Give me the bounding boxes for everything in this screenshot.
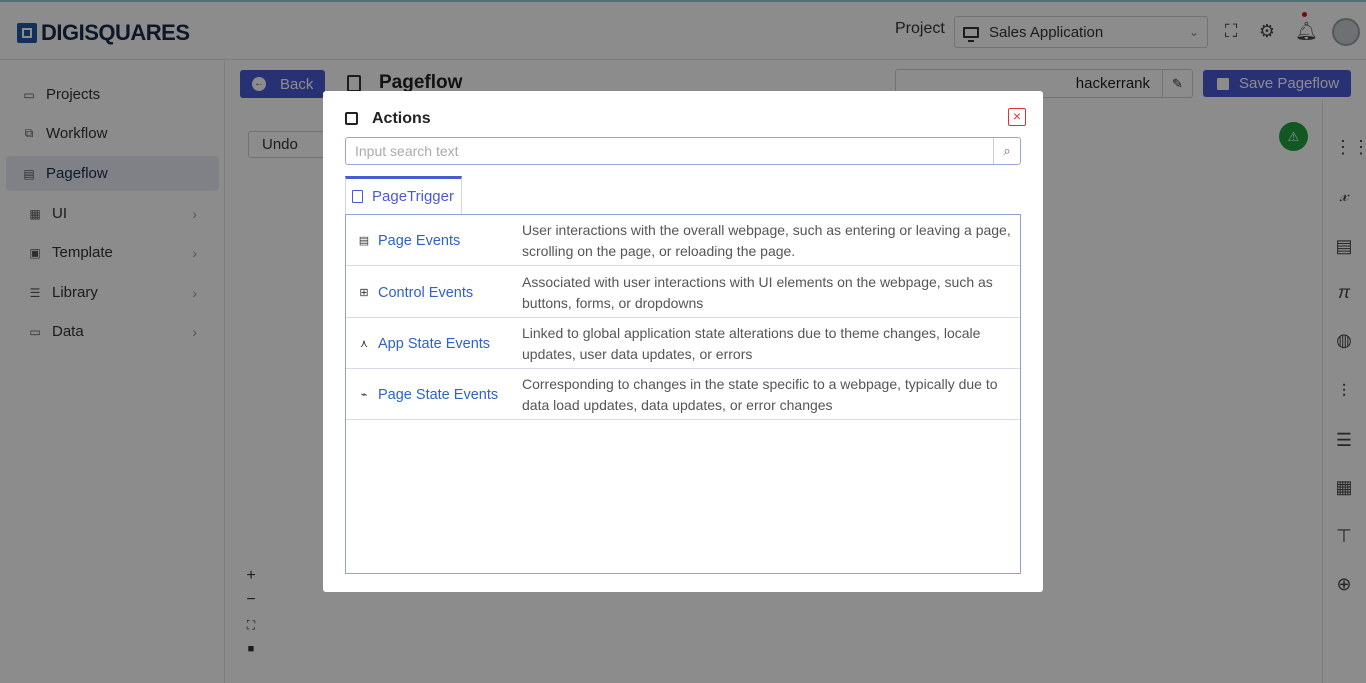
event-name-label: Control Events xyxy=(378,284,474,301)
page-state-icon: ⌁ xyxy=(360,389,368,401)
table-row[interactable]: ⋏ App State Events Linked to global appl… xyxy=(346,318,1020,369)
control-events-icon: ⊞ xyxy=(359,287,369,299)
table-row[interactable]: ⌁ Page State Events Corresponding to cha… xyxy=(346,369,1020,420)
event-description: Corresponding to changes in the state sp… xyxy=(522,376,998,413)
tab-pagetrigger[interactable]: PageTrigger xyxy=(345,176,462,214)
copy-icon xyxy=(352,190,363,203)
event-name[interactable]: ⊞ Control Events xyxy=(358,267,473,318)
search-input[interactable] xyxy=(346,138,993,164)
event-name-label: Page Events xyxy=(378,232,461,249)
table-row[interactable]: ▤ Page Events User interactions with the… xyxy=(346,215,1020,266)
search-bar: ⌕ xyxy=(345,137,1021,165)
event-description: User interactions with the overall webpa… xyxy=(522,222,1011,259)
event-description: Linked to global application state alter… xyxy=(522,325,981,362)
event-description: Associated with user interactions with U… xyxy=(522,274,993,311)
event-name[interactable]: ▤ Page Events xyxy=(358,215,460,266)
actions-modal: Actions × ⌕ PageTrigger ▤ Page Events Us… xyxy=(323,91,1043,592)
modal-title: Actions xyxy=(372,110,431,127)
edit-icon xyxy=(345,112,358,125)
search-icon[interactable]: ⌕ xyxy=(993,138,1020,164)
event-name[interactable]: ⋏ App State Events xyxy=(358,318,490,369)
event-name-label: App State Events xyxy=(378,335,491,352)
app-state-icon: ⋏ xyxy=(359,338,369,350)
events-table: ▤ Page Events User interactions with the… xyxy=(345,214,1021,574)
event-name[interactable]: ⌁ Page State Events xyxy=(358,369,498,420)
tab-label: PageTrigger xyxy=(372,188,454,205)
event-name-label: Page State Events xyxy=(378,386,499,403)
table-row[interactable]: ⊞ Control Events Associated with user in… xyxy=(346,267,1020,318)
page-events-icon: ▤ xyxy=(358,235,370,247)
close-icon[interactable]: × xyxy=(1008,108,1026,126)
